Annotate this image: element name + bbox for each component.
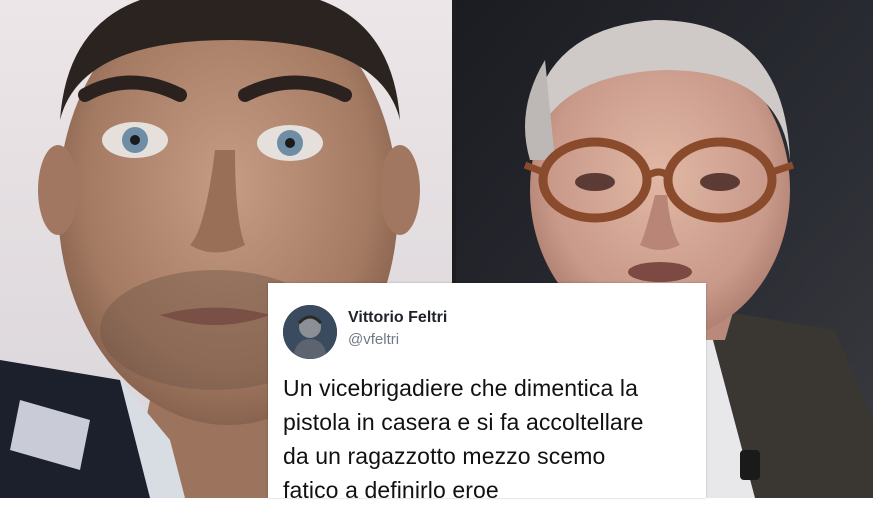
- tweet-author-name[interactable]: Vittorio Feltri: [348, 309, 447, 327]
- avatar-image: [283, 305, 337, 359]
- tweet-author-handle[interactable]: @vfeltri: [348, 331, 399, 348]
- user-avatar-icon[interactable]: [283, 305, 337, 359]
- tweet-card[interactable]: Vittorio Feltri @vfeltri Un vicebrigadie…: [268, 283, 706, 503]
- tweet-body-text: Un vicebrigadiere che dimentica la pisto…: [283, 375, 644, 503]
